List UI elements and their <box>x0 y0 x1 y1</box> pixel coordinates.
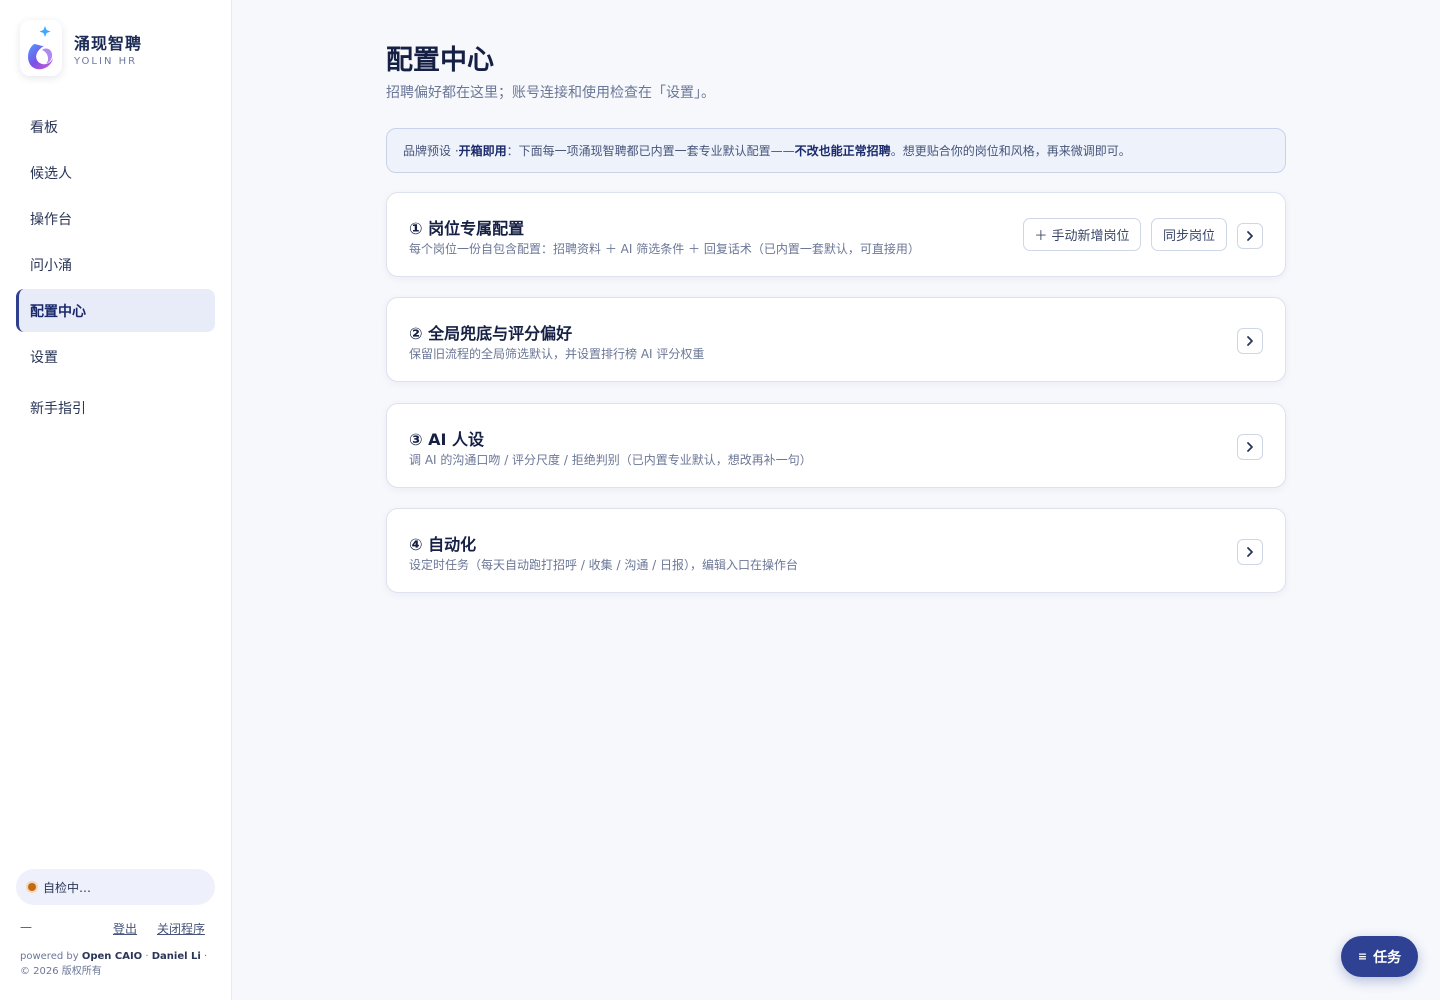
notice-prefix: 品牌预设 · <box>403 144 459 158</box>
sidebar-item-ask-assistant[interactable]: 问小涌 <box>16 243 215 286</box>
brand-subtitle: YOLIN HR <box>74 55 138 67</box>
card-title: ① 岗位专属配置 <box>409 219 525 238</box>
card-description: 保留旧流程的全局筛选默认，并设置排行榜 AI 评分权重 <box>409 347 705 361</box>
sidebar-item-settings[interactable]: 设置 <box>16 335 215 378</box>
copyright: © 2026 版权所有 <box>20 966 102 977</box>
footer-links: — 登出 关闭程序 <box>20 920 206 936</box>
brand[interactable]: 涌现智聘 YOLIN HR <box>20 20 142 76</box>
logo-icon <box>20 20 62 76</box>
config-card-ai-persona[interactable]: ③ AI 人设 调 AI 的沟通口吻 / 评分尺度 / 拒绝判别（已内置专业默认… <box>386 403 1286 488</box>
card-description: 调 AI 的沟通口吻 / 评分尺度 / 拒绝判别（已内置专业默认，想改再补一句） <box>409 453 812 467</box>
footer-dash: — <box>20 920 32 934</box>
card-title: ② 全局兜底与评分偏好 <box>409 324 573 343</box>
self-check-label: 自检中… <box>43 880 92 895</box>
sidebar-item-dashboard[interactable]: 看板 <box>16 105 215 148</box>
powered-separator: · <box>145 951 149 962</box>
powered-prefix: powered by <box>20 951 79 962</box>
sync-positions-button[interactable]: 同步岗位 <box>1151 218 1227 251</box>
self-check-status: 自检中… <box>16 869 215 905</box>
powered-person: Daniel Li <box>151 951 201 962</box>
status-dot-icon <box>28 883 36 891</box>
card-description: 设定时任务（每天自动跑打招呼 / 收集 / 沟通 / 日报），编辑入口在操作台 <box>409 558 799 572</box>
sidebar-nav: 看板 候选人 操作台 问小涌 配置中心 设置 新手指引 <box>16 105 215 432</box>
notice-suffix: 。想更贴合你的岗位和风格，再来微调即可。 <box>890 144 1131 158</box>
sidebar-item-console[interactable]: 操作台 <box>16 197 215 240</box>
menu-icon: ≡ <box>1357 950 1368 963</box>
notice-strong-2: 不改也能正常招聘 <box>794 144 891 158</box>
tasks-label: 任务 <box>1373 949 1402 966</box>
notice-strong-1: 开箱即用 <box>458 144 507 158</box>
powered-org: Open CAIO <box>81 951 143 962</box>
brand-preset-notice: 品牌预设 · 开箱即用 ：下面每一项涌现智聘都已内置一套专业默认配置—— 不改也… <box>386 128 1286 173</box>
sidebar-item-config-center[interactable]: 配置中心 <box>16 289 215 332</box>
sidebar-item-beginner-guide[interactable]: 新手指引 <box>16 386 215 429</box>
chevron-right-icon[interactable] <box>1237 434 1263 460</box>
config-card-global-fallback[interactable]: ② 全局兜底与评分偏好 保留旧流程的全局筛选默认，并设置排行榜 AI 评分权重 <box>386 297 1286 382</box>
page-title: 配置中心 <box>386 45 494 76</box>
card-description: 每个岗位一份自包含配置：招聘资料 ＋ AI 筛选条件 ＋ 回复话术（已内置一套默… <box>409 242 920 256</box>
sidebar: 涌现智聘 YOLIN HR 看板 候选人 操作台 问小涌 配置中心 设置 新手指… <box>0 0 232 1000</box>
config-card-position[interactable]: ① 岗位专属配置 每个岗位一份自包含配置：招聘资料 ＋ AI 筛选条件 ＋ 回复… <box>386 192 1286 277</box>
card-title: ③ AI 人设 <box>409 430 485 449</box>
chevron-right-icon[interactable] <box>1237 223 1263 249</box>
powered-separator-2: · <box>204 951 208 962</box>
tasks-button[interactable]: ≡ 任务 <box>1341 936 1418 977</box>
close-program-link[interactable]: 关闭程序 <box>157 920 205 937</box>
brand-name: 涌现智聘 <box>74 33 143 53</box>
credits: powered by Open CAIO · Daniel Li · © 202… <box>20 949 216 979</box>
logout-link[interactable]: 登出 <box>113 920 137 937</box>
chevron-right-icon[interactable] <box>1237 328 1263 354</box>
notice-middle: ：下面每一项涌现智聘都已内置一套专业默认配置—— <box>506 144 795 158</box>
card-title: ④ 自动化 <box>409 535 477 554</box>
add-position-button[interactable]: ＋ 手动新增岗位 <box>1023 218 1141 251</box>
page-subtitle: 招聘偏好都在这里；账号连接和使用检查在「设置」。 <box>386 85 715 101</box>
sidebar-item-candidates[interactable]: 候选人 <box>16 151 215 194</box>
chevron-right-icon[interactable] <box>1237 539 1263 565</box>
config-card-automation[interactable]: ④ 自动化 设定时任务（每天自动跑打招呼 / 收集 / 沟通 / 日报），编辑入… <box>386 508 1286 593</box>
